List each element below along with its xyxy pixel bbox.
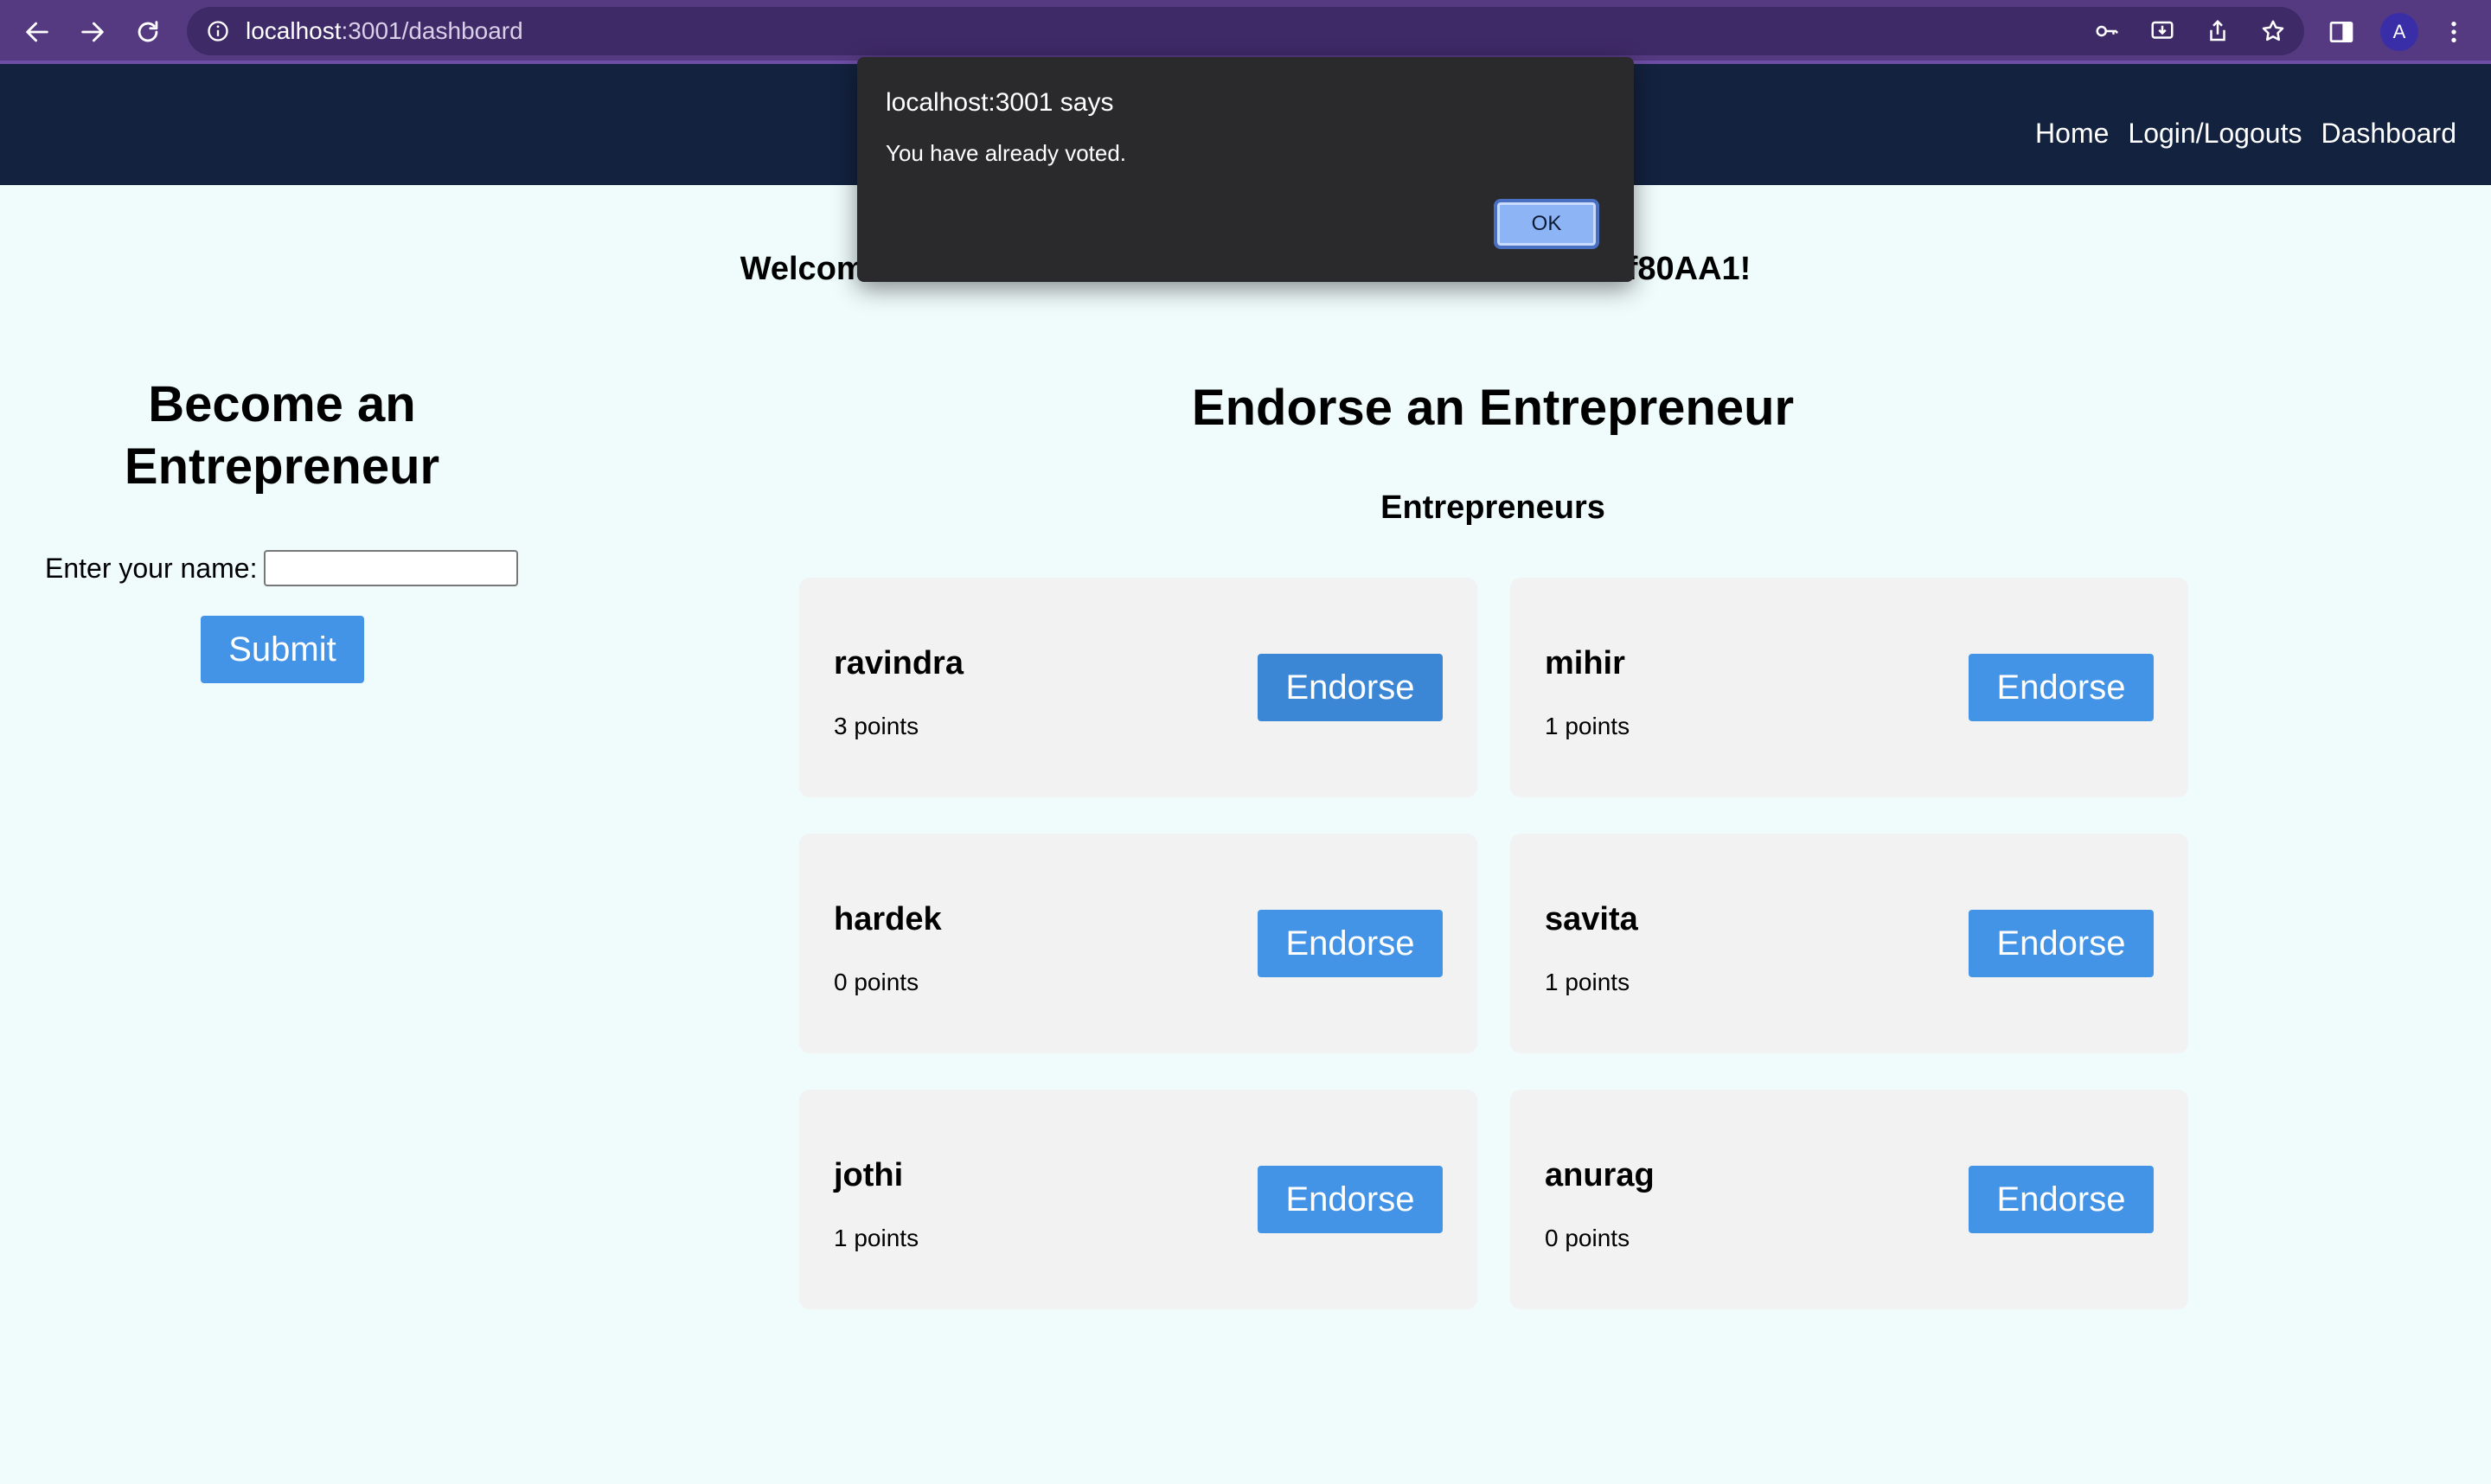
info-icon[interactable]	[204, 17, 232, 45]
entrepreneur-points: 1 points	[834, 1225, 919, 1251]
url-host: localhost	[246, 17, 342, 44]
dialog-message: You have already voted.	[886, 140, 1127, 166]
share-icon[interactable]	[2202, 16, 2233, 47]
browser-toolbar: localhost:3001/dashboard A	[0, 0, 2491, 64]
reload-icon[interactable]	[131, 16, 164, 48]
entrepreneur-card: hardek 0 points Endorse	[799, 834, 1477, 1053]
entrepreneur-name: jothi	[834, 1157, 904, 1193]
endorse-button[interactable]: Endorse	[1258, 654, 1443, 721]
entrepreneur-card: anurag 0 points Endorse	[1510, 1090, 2188, 1309]
endorse-title: Endorse an Entrepreneur	[1191, 380, 1795, 436]
become-title-line1: Become an	[148, 376, 416, 432]
url-path: :3001/dashboard	[341, 17, 523, 44]
back-arrow-icon[interactable]	[21, 16, 54, 48]
entrepreneur-points: 0 points	[834, 969, 919, 995]
entrepreneurs-subtitle: Entrepreneurs	[1380, 489, 1605, 526]
endorse-button[interactable]: Endorse	[1258, 1166, 1443, 1233]
entrepreneur-card: mihir 1 points Endorse	[1510, 578, 2188, 797]
avatar[interactable]: A	[2380, 13, 2418, 51]
header-nav: Home Login/Logouts Dashboard	[2035, 116, 2456, 150]
name-form-row: Enter your name:	[45, 550, 519, 586]
entrepreneur-points: 1 points	[1545, 713, 1630, 739]
key-icon[interactable]	[2091, 16, 2123, 47]
entrepreneur-points: 0 points	[1545, 1225, 1630, 1251]
entrepreneur-points: 3 points	[834, 713, 919, 739]
entrepreneur-name: ravindra	[834, 645, 964, 681]
nav-login-link[interactable]: Login/Logouts	[2128, 116, 2302, 150]
welcome-end: f80AA1!	[1626, 251, 1751, 287]
entrepreneur-name: mihir	[1545, 645, 1625, 681]
become-title-line2: Entrepreneur	[124, 438, 440, 495]
submit-button[interactable]: Submit	[201, 616, 364, 683]
endorse-button[interactable]: Endorse	[1969, 910, 2154, 977]
nav-home-link[interactable]: Home	[2035, 116, 2109, 150]
alert-dialog: localhost:3001 says You have already vot…	[857, 57, 1634, 282]
name-label: Enter your name:	[45, 552, 258, 584]
entrepreneur-card: jothi 1 points Endorse	[799, 1090, 1477, 1309]
become-entrepreneur-title: Become an Entrepreneur	[35, 374, 529, 498]
entrepreneur-name: anurag	[1545, 1157, 1655, 1193]
url-text[interactable]: localhost:3001/dashboard	[246, 17, 523, 45]
side-panel-icon[interactable]	[2325, 16, 2358, 48]
forward-arrow-icon[interactable]	[76, 16, 109, 48]
endorse-button[interactable]: Endorse	[1969, 1166, 2154, 1233]
endorse-button[interactable]: Endorse	[1969, 654, 2154, 721]
entrepreneur-card: ravindra 3 points Endorse	[799, 578, 1477, 797]
dialog-title: localhost:3001 says	[886, 88, 1114, 117]
more-icon[interactable]	[2437, 16, 2470, 48]
entrepreneur-points: 1 points	[1545, 969, 1630, 995]
welcome-start: Welcom	[740, 251, 866, 287]
star-icon[interactable]	[2257, 16, 2289, 47]
install-icon[interactable]	[2147, 16, 2178, 47]
entrepreneur-card: savita 1 points Endorse	[1510, 834, 2188, 1053]
entrepreneur-name: savita	[1545, 901, 1638, 937]
endorse-button[interactable]: Endorse	[1258, 910, 1443, 977]
dialog-ok-button[interactable]: OK	[1494, 199, 1599, 249]
entrepreneur-name: hardek	[834, 901, 942, 937]
address-bar[interactable]: localhost:3001/dashboard	[187, 7, 2304, 55]
name-input[interactable]	[264, 550, 519, 586]
nav-dashboard-link[interactable]: Dashboard	[2321, 116, 2456, 150]
